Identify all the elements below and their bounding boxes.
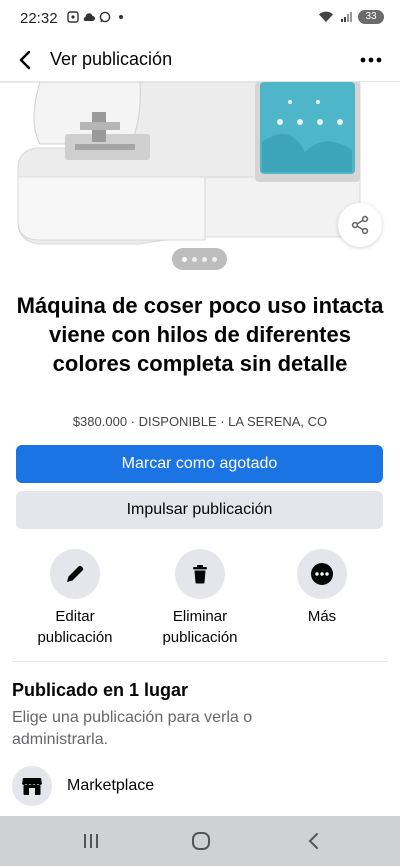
signal-icon (341, 12, 352, 22)
listing-meta: $380.000 · DISPONIBLE · LA SERENA, CO (72, 414, 328, 429)
edit-listing-action[interactable]: Editar publicación (15, 549, 135, 648)
edit-button[interactable] (50, 549, 100, 599)
pagination-dot (192, 256, 197, 262)
whatsapp-icon (99, 11, 111, 23)
pagination-dot (202, 256, 207, 262)
boost-listing-button[interactable]: Impulsar publicación (16, 491, 383, 529)
mark-sold-button[interactable]: Marcar como agotado (16, 445, 383, 483)
edit-label: Editar publicación (37, 608, 113, 646)
status-time: 22:32 (20, 10, 58, 27)
more-dots-icon (360, 57, 382, 63)
listing-title: Máquina de coser poco uso intacta viene … (16, 293, 384, 376)
pagination-dot (182, 256, 187, 262)
pencil-icon (67, 565, 84, 582)
more-label: Más (307, 608, 337, 625)
share-icon (351, 215, 369, 235)
marketplace-icon (12, 766, 52, 806)
system-back-button[interactable] (300, 829, 326, 853)
app-header: Ver publicación (0, 38, 400, 82)
status-bar: 22:32 33 (0, 0, 400, 38)
trash-icon (193, 565, 207, 584)
system-icons: 33 (318, 10, 384, 24)
section-divider (12, 661, 388, 662)
more-options-button[interactable] (358, 50, 384, 70)
share-button[interactable] (338, 203, 382, 247)
more-action[interactable]: Más (262, 549, 382, 627)
notification-icons (67, 11, 127, 23)
shop-icon (22, 778, 42, 795)
back-button[interactable] (12, 46, 38, 74)
home-icon (192, 832, 210, 850)
delete-label: Eliminar publicación (162, 608, 238, 646)
battery-indicator: 33 (358, 10, 384, 24)
more-circle-icon (311, 563, 333, 585)
marketplace-label: Marketplace (67, 777, 155, 794)
recents-icon (84, 834, 98, 848)
photo-pagination[interactable] (172, 248, 227, 270)
page-title: Ver publicación (50, 49, 173, 69)
delete-button[interactable] (175, 549, 225, 599)
delete-listing-action[interactable]: Eliminar publicación (140, 549, 260, 648)
more-button[interactable] (297, 549, 347, 599)
pagination-dot (212, 256, 217, 262)
wifi-icon (319, 11, 333, 22)
back-arrow-icon (19, 50, 31, 70)
recent-apps-button[interactable] (78, 829, 104, 853)
nav-back-icon (308, 833, 318, 849)
marketplace-item[interactable]: Marketplace (12, 766, 388, 806)
screenshot-icon (67, 11, 79, 23)
home-button[interactable] (188, 829, 214, 853)
dot-icon (119, 15, 123, 19)
published-section-subtitle: Elige una publicación para verla o admin… (12, 709, 253, 748)
published-section-title: Publicado en 1 lugar (12, 680, 189, 700)
android-nav-bar (0, 816, 400, 866)
cloud-icon (83, 13, 95, 22)
